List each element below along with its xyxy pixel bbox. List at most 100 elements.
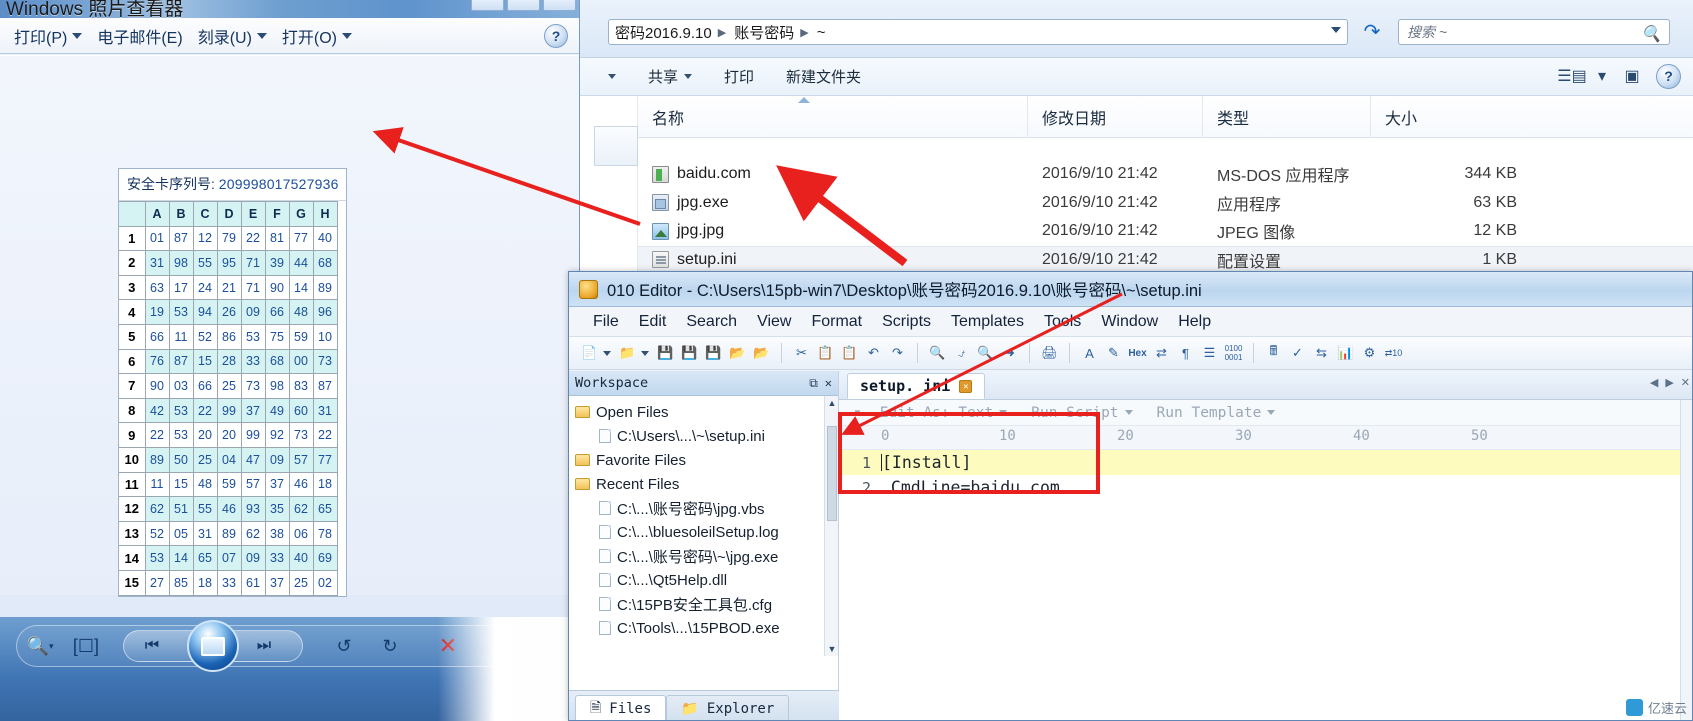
chevron-down-icon[interactable]: ▾ xyxy=(1596,63,1608,89)
burn-menu[interactable]: 刻录(U) xyxy=(192,22,276,50)
byte-swap-icon[interactable]: ⇄ xyxy=(1151,343,1172,364)
base-convert-icon[interactable]: ⇄10 xyxy=(1383,343,1404,364)
slideshow-icon[interactable] xyxy=(187,620,239,672)
open-menu[interactable]: 打开(O) xyxy=(276,22,361,50)
workspace-file-item[interactable]: C:\...\账号密码\jpg.vbs xyxy=(575,496,838,520)
workspace-file-item[interactable]: C:\15PB安全工具包.cfg xyxy=(575,592,838,616)
email-menu[interactable]: 电子邮件(E) xyxy=(91,22,191,50)
maximize-button[interactable] xyxy=(507,0,540,11)
zoom-in-icon[interactable]: 🔍 ▾ xyxy=(17,631,63,661)
new-file-icon[interactable]: 📄 xyxy=(579,343,600,364)
minimize-button[interactable] xyxy=(471,0,504,11)
scroll-down-icon[interactable]: ▼ xyxy=(825,642,839,656)
new-folder-button[interactable]: 新建文件夹 xyxy=(770,62,877,91)
share-button[interactable]: 共享 xyxy=(632,62,708,91)
breadcrumb-2[interactable]: 账号密码 xyxy=(734,22,794,43)
workspace-file-item[interactable]: C:\...\Qt5Help.dll xyxy=(575,568,838,592)
redo-icon[interactable]: ↷ xyxy=(887,343,908,364)
menu-view[interactable]: View xyxy=(747,310,801,334)
change-view-icon[interactable]: ☰▤ xyxy=(1557,63,1586,89)
organize-button[interactable] xyxy=(580,70,632,83)
font-icon[interactable]: A xyxy=(1079,343,1100,364)
calculator-icon[interactable]: 🖩 xyxy=(1263,343,1284,364)
find-icon[interactable]: 🔍 xyxy=(927,343,948,364)
preview-pane-icon[interactable]: ▣ xyxy=(1618,63,1646,89)
refresh-icon[interactable]: ↷ xyxy=(1358,18,1386,46)
rotate-clockwise-icon[interactable]: ↻ xyxy=(367,631,413,661)
workspace-file-item[interactable]: C:\...\账号密码\~\jpg.exe xyxy=(575,544,838,568)
address-bar[interactable]: 密码2016.9.10 ▶ 账号密码 ▶ ~ xyxy=(608,19,1348,45)
open-file-icon[interactable]: 📁 xyxy=(617,343,638,364)
fit-to-window-icon[interactable]: [☐] xyxy=(63,631,109,661)
rotate-counterclockwise-icon[interactable]: ↺ xyxy=(321,631,367,661)
file-name-cell[interactable]: jpg.exe xyxy=(638,194,1028,212)
search-input[interactable]: 搜索 ~ 🔍 xyxy=(1398,19,1670,45)
close-icon[interactable]: ✕ xyxy=(825,376,832,391)
workspace-file-item[interactable]: C:\Tools\...\15PBOD.exe xyxy=(575,616,838,640)
help-icon[interactable]: ? xyxy=(1656,63,1681,89)
column-header-date[interactable]: 修改日期 xyxy=(1028,95,1203,138)
scroll-close-icon[interactable]: ✕ xyxy=(1681,376,1690,389)
chevron-down-icon[interactable] xyxy=(1331,27,1341,33)
menu-help[interactable]: Help xyxy=(1168,310,1221,334)
copy-icon[interactable]: 📋 xyxy=(815,343,836,364)
converter-icon[interactable]: ⚙ xyxy=(1359,343,1380,364)
menu-tools[interactable]: Tools xyxy=(1034,310,1091,334)
file-name-cell[interactable]: setup.ini xyxy=(638,251,1028,269)
column-mode-icon[interactable]: ☰ xyxy=(1199,343,1220,364)
navigation-pane-item[interactable] xyxy=(594,126,638,166)
menu-search[interactable]: Search xyxy=(676,310,747,334)
scroll-up-icon[interactable]: ▲ xyxy=(825,396,839,410)
breadcrumb-1[interactable]: 密码2016.9.10 xyxy=(615,22,712,43)
breadcrumb-3[interactable]: ~ xyxy=(817,24,826,41)
close-icon[interactable]: ✕ xyxy=(959,379,973,393)
previous-icon[interactable]: ⏮ xyxy=(124,637,180,655)
undo-icon[interactable]: ↶ xyxy=(863,343,884,364)
run-template-dropdown[interactable]: Run Template xyxy=(1145,405,1288,421)
close-file-icon[interactable]: 📂 xyxy=(751,343,772,364)
highlight-icon[interactable]: ✎ xyxy=(1103,343,1124,364)
print-icon[interactable]: 🖨 xyxy=(1039,343,1060,364)
checksum-icon[interactable]: ✓ xyxy=(1287,343,1308,364)
scrollbar-thumb[interactable] xyxy=(827,426,837,521)
column-header-type[interactable]: 类型 xyxy=(1203,95,1371,138)
print-button[interactable]: 打印 xyxy=(708,62,770,91)
column-header-name[interactable]: 名称 xyxy=(638,95,1028,138)
cut-icon[interactable]: ✂ xyxy=(791,343,812,364)
help-icon[interactable]: ? xyxy=(544,24,568,48)
open-file-caret-icon[interactable] xyxy=(641,350,649,356)
workspace-file-item[interactable]: C:\...\bluesoleilSetup.log xyxy=(575,520,838,544)
scroll-left-icon[interactable]: ◀ xyxy=(1650,376,1658,389)
menu-scripts[interactable]: Scripts xyxy=(872,310,941,334)
tab-files[interactable]: 🗎 Files xyxy=(575,695,667,720)
scroll-right-icon[interactable]: ▶ xyxy=(1665,376,1673,389)
workspace-group[interactable]: Recent Files xyxy=(575,472,838,496)
table-row[interactable]: jpg.exe 2016/9/10 21:42 应用程序 63 KB xyxy=(638,189,1693,218)
menu-templates[interactable]: Templates xyxy=(941,310,1034,334)
save-icon[interactable]: 💾 xyxy=(655,343,676,364)
histogram-icon[interactable]: 📊 xyxy=(1335,343,1356,364)
compare-icon[interactable]: ⇆ xyxy=(1311,343,1332,364)
next-icon[interactable]: ⏭ xyxy=(236,637,292,655)
save-as-icon[interactable]: 💾 xyxy=(679,343,700,364)
document-vertical-scrollbar[interactable] xyxy=(1680,400,1692,720)
float-pane-icon[interactable]: ⧉ xyxy=(809,376,818,391)
open-folder-icon[interactable]: 📂 xyxy=(727,343,748,364)
save-all-icon[interactable]: 💾 xyxy=(703,343,724,364)
new-file-caret-icon[interactable] xyxy=(603,350,611,356)
workspace-group[interactable]: Open Files xyxy=(575,400,838,424)
workspace-scrollbar[interactable]: ▲ ▼ xyxy=(824,396,838,656)
hex-icon[interactable]: Hex xyxy=(1127,343,1148,364)
binary-icon[interactable]: 0100 0001 xyxy=(1223,343,1244,364)
find-in-files-icon[interactable]: 🔍 xyxy=(975,343,996,364)
table-row[interactable]: baidu.com 2016/9/10 21:42 MS-DOS 应用程序 344 K… xyxy=(638,160,1693,189)
menu-window[interactable]: Window xyxy=(1091,310,1168,334)
tab-setup-ini[interactable]: setup. ini ✕ xyxy=(847,373,986,399)
tab-explorer[interactable]: 📁 Explorer xyxy=(666,695,790,720)
file-name-cell[interactable]: jpg.jpg xyxy=(638,222,1028,240)
column-header-size[interactable]: 大小 xyxy=(1371,96,1531,138)
table-row[interactable]: setup.ini 2016/9/10 21:42 配置设置 1 KB xyxy=(638,245,1693,274)
document-tab-scroll[interactable]: ◀ ▶ ✕ xyxy=(1650,376,1690,389)
file-name-cell[interactable]: baidu.com xyxy=(638,165,1028,183)
paste-icon[interactable]: 📋 xyxy=(839,343,860,364)
